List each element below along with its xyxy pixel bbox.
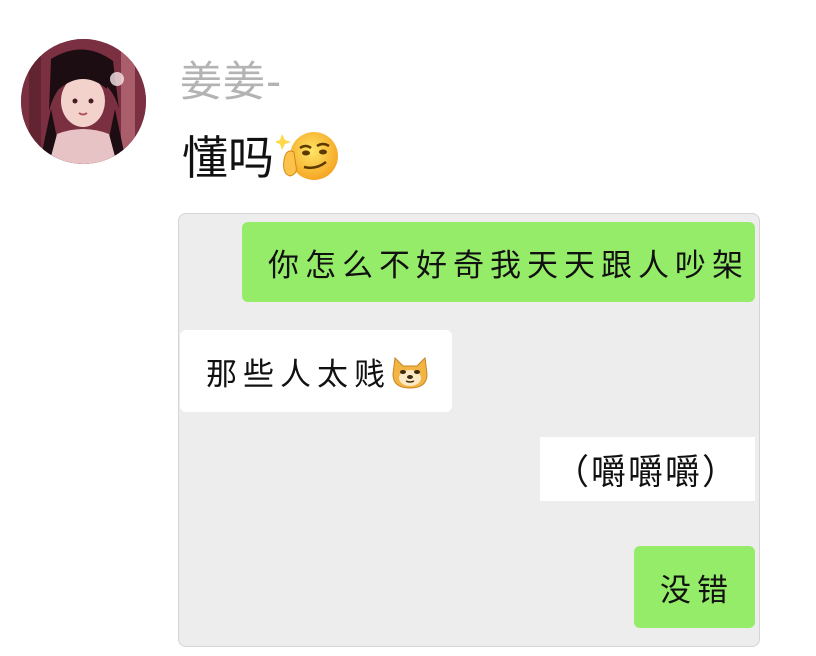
message-text-label: 懂吗: [182, 131, 274, 185]
avatar-image: [21, 39, 146, 164]
sender-name: 姜姜-: [180, 57, 283, 106]
avatar[interactable]: [21, 39, 146, 164]
chat-post: 姜姜- 懂吗 你怎么不好奇我天天跟人吵架 那些人太贱 （嚼嚼嚼） 没错: [0, 0, 816, 656]
chat-bubble-sent: 你怎么不好奇我天天跟人吵架: [242, 222, 755, 302]
chat-bubble-text: （嚼嚼嚼）: [554, 452, 740, 493]
chat-bubble-sent: 没错: [634, 546, 755, 628]
chat-bubble-text: 那些人太贱: [206, 356, 391, 393]
smirk-face-icon: [276, 132, 338, 180]
chat-bubble-received: 那些人太贱: [180, 330, 452, 412]
chat-bubble-sent: （嚼嚼嚼）: [540, 437, 755, 501]
message-text: 懂吗: [182, 122, 342, 188]
chat-bubble-text: 没错: [660, 572, 734, 609]
chat-bubble-text: 你怎么不好奇我天天跟人吵架: [268, 247, 749, 284]
doge-icon: [392, 356, 428, 389]
